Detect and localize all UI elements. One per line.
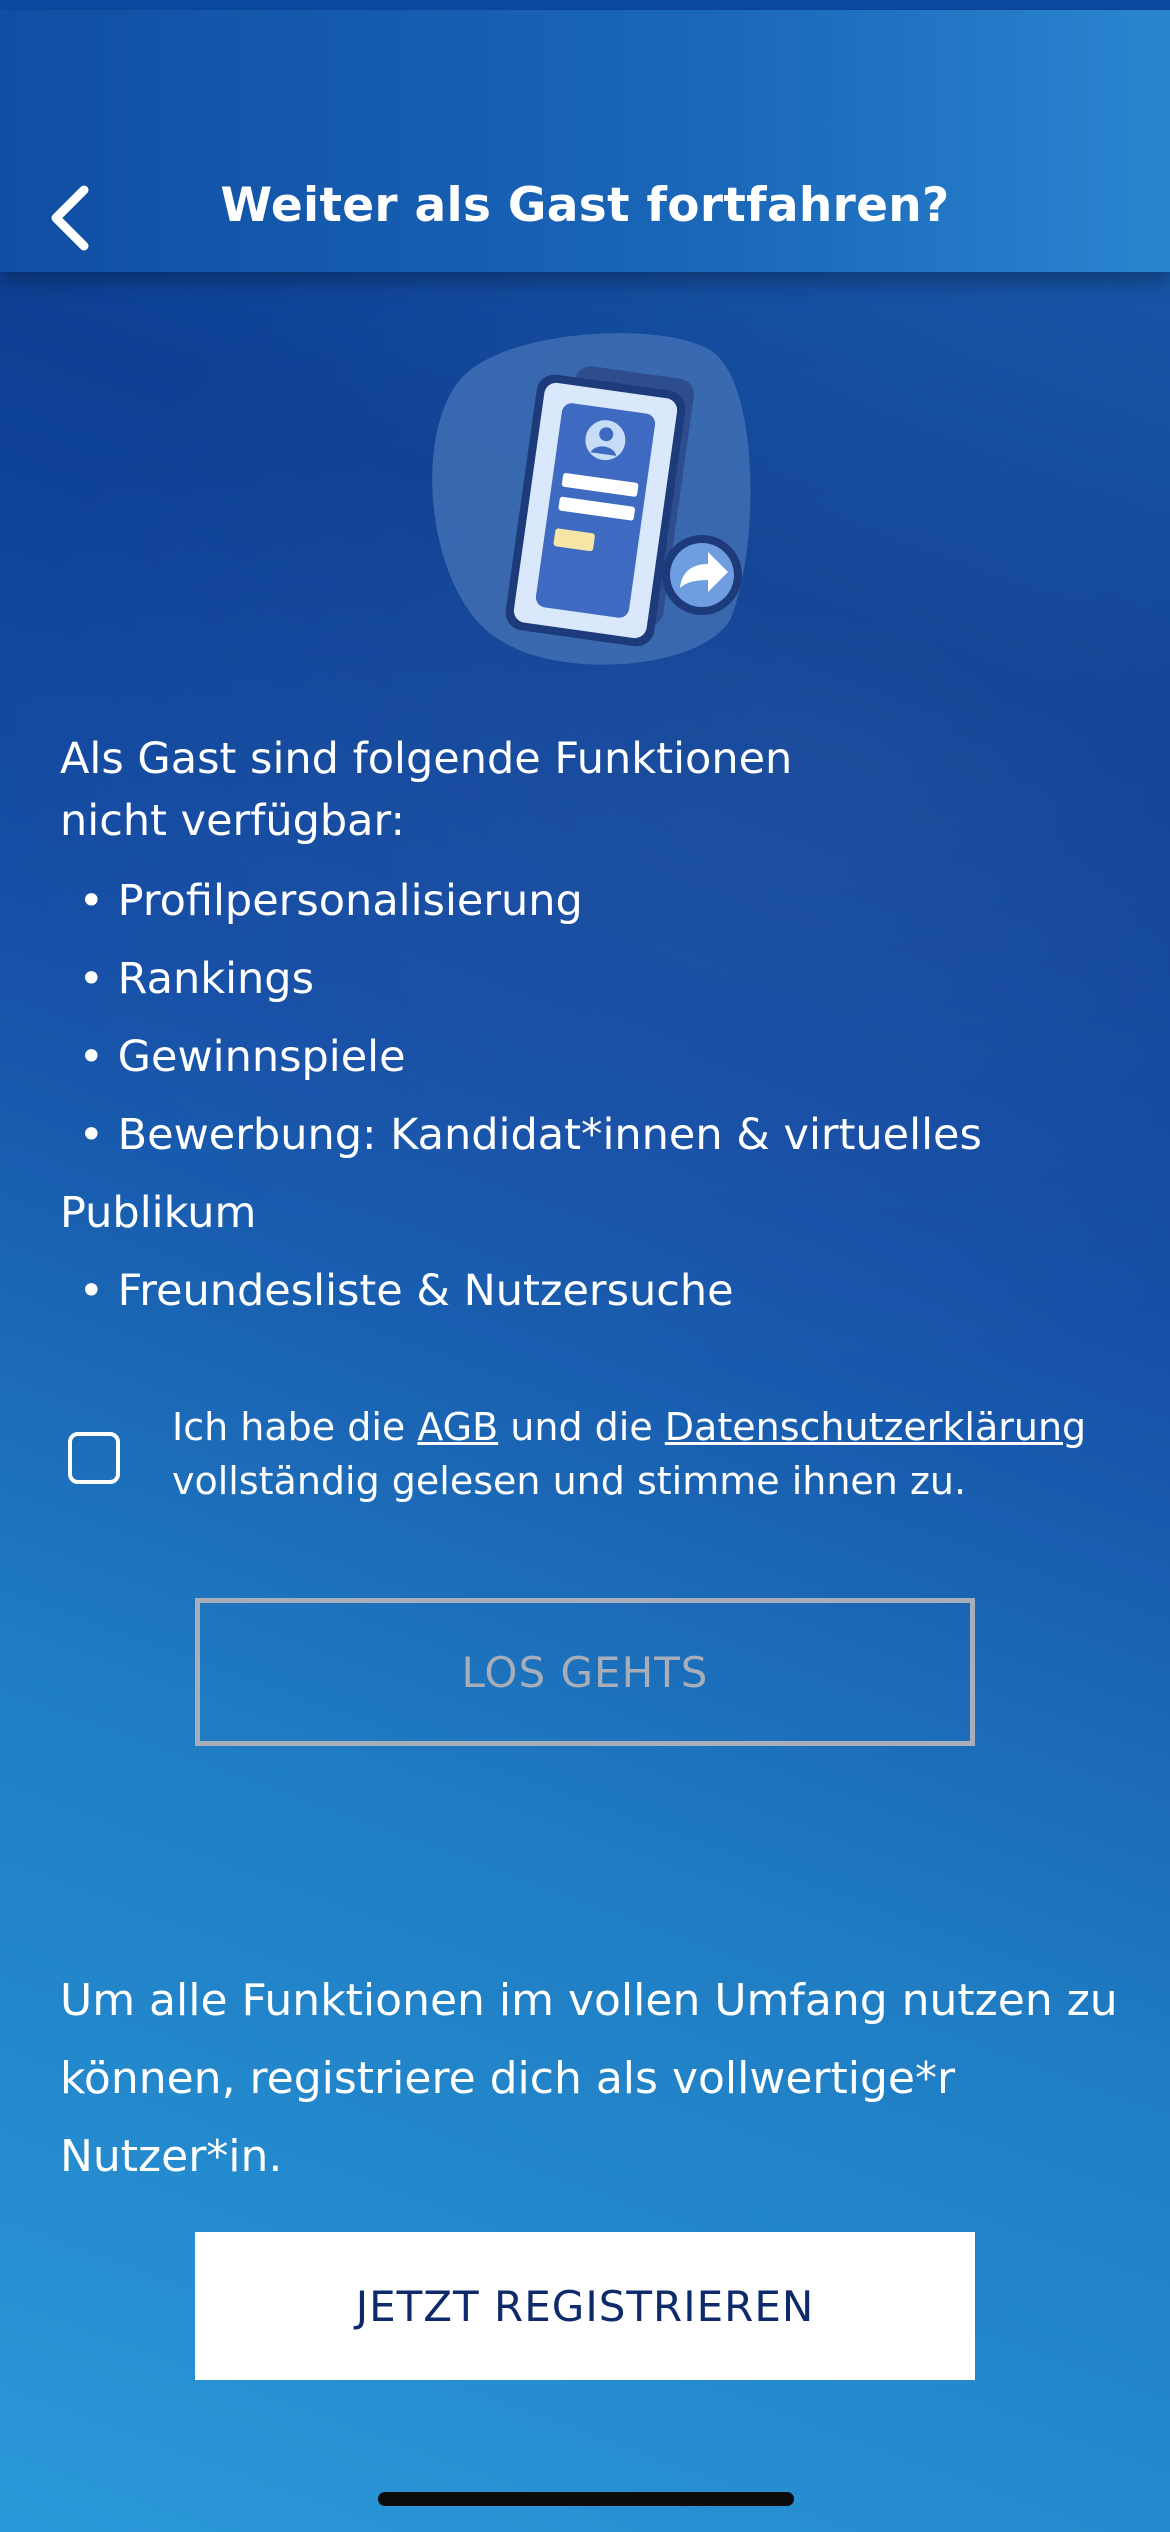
consent-checkbox[interactable] [68, 1432, 120, 1484]
bullet: • [78, 1032, 104, 1082]
bullet: • [78, 1266, 104, 1316]
status-bar [0, 0, 1170, 10]
list-item: • Rankings [60, 940, 1120, 1018]
consent-text-after: vollständig gelesen und stimme ihnen zu. [172, 1459, 967, 1503]
consent-text-middle: und die [498, 1405, 665, 1449]
agb-link[interactable]: AGB [417, 1405, 498, 1449]
home-indicator [378, 2492, 794, 2506]
feature-label: Bewerbung: Kandidat*innen & virtuelles [117, 1110, 982, 1160]
phone-login-forward-illustration [432, 333, 751, 665]
bullet: • [78, 876, 104, 926]
register-info-line-1: Um alle Funktionen im vollen Umfang nutz… [60, 1975, 1118, 2026]
register-info-line-2: können, registriere dich als vollwertige… [60, 2053, 956, 2104]
page-title: Weiter als Gast fortfahren? [220, 178, 950, 233]
bullet: • [78, 954, 104, 1004]
unavailable-features-list: • Profilpersonalisierung • Rankings • Ge… [60, 862, 1120, 1330]
intro-line-1: Als Gast sind folgende Funktionen [60, 734, 793, 784]
feature-label: Profilpersonalisierung [117, 876, 583, 926]
register-now-button[interactable]: JETZT REGISTRIEREN [195, 2232, 975, 2380]
los-gehts-button[interactable]: LOS GEHTS [195, 1598, 975, 1746]
intro-line-2: nicht verfügbar: [60, 796, 405, 846]
list-item: • Freundesliste & Nutzersuche [60, 1252, 1120, 1330]
guest-limitations-intro: Als Gast sind folgende Funktionen nicht … [60, 728, 1120, 852]
list-item: • Bewerbung: Kandidat*innen & virtuelles [60, 1096, 1120, 1174]
register-info-text: Um alle Funktionen im vollen Umfang nutz… [60, 1962, 1120, 2196]
feature-label: Freundesliste & Nutzersuche [117, 1266, 734, 1316]
feature-label: Rankings [117, 954, 315, 1004]
list-item: • Gewinnspiele [60, 1018, 1120, 1096]
bullet: • [78, 1110, 104, 1160]
privacy-policy-link[interactable]: Datenschutzerklärung [665, 1405, 1086, 1449]
list-item-continuation: Publikum [60, 1188, 257, 1238]
consent-text-before: Ich habe die [172, 1405, 418, 1449]
list-item: • Profilpersonalisierung [60, 862, 1120, 940]
register-info-line-3: Nutzer*in. [60, 2131, 283, 2182]
feature-label: Gewinnspiele [117, 1032, 406, 1082]
consent-label: Ich habe die AGB und die Datenschutzerkl… [172, 1400, 1132, 1508]
header-bar: Weiter als Gast fortfahren? [0, 10, 1170, 272]
